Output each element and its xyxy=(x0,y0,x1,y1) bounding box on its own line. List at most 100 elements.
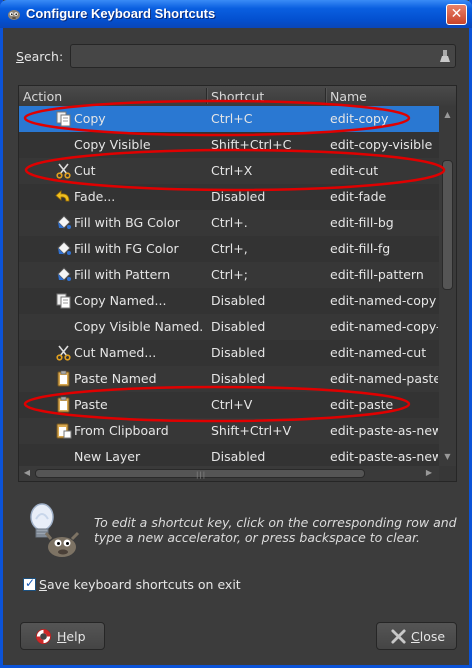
table-row[interactable]: Copy Named... Disabled edit-named-copy xyxy=(19,288,439,314)
bucket-fill-icon xyxy=(55,214,72,231)
paste-icon xyxy=(55,370,72,387)
title-bar[interactable]: Configure Keyboard Shortcuts ✕ xyxy=(0,0,472,28)
shortcut-cell[interactable]: Ctrl+. xyxy=(211,215,323,230)
table-row[interactable]: Fill with FG Color Ctrl+, edit-fill-fg xyxy=(19,236,439,262)
table-body: Copy Ctrl+C edit-copy Copy Visible Shift+Ctr… xyxy=(19,106,439,466)
clipboard-icon xyxy=(55,422,72,439)
shortcuts-table: Action Shortcut Name Copy Ctrl+C edit-copy… xyxy=(18,85,457,482)
help-button[interactable]: Help xyxy=(20,622,105,650)
lifebuoy-icon xyxy=(35,628,52,645)
column-header-shortcut[interactable]: Shortcut xyxy=(211,89,264,104)
shortcut-cell[interactable]: Disabled xyxy=(211,293,323,308)
close-button-label: Close xyxy=(411,629,446,644)
copy-icon xyxy=(55,110,72,127)
paste-icon xyxy=(55,396,72,413)
undo-arrow-icon xyxy=(55,188,72,205)
action-cell: Copy Named... xyxy=(74,293,167,308)
shortcut-cell[interactable]: Ctrl+V xyxy=(211,397,323,412)
column-divider[interactable] xyxy=(206,88,208,104)
search-input[interactable] xyxy=(70,44,456,68)
bucket-fill-icon xyxy=(55,266,72,283)
name-cell: edit-paste-as-new xyxy=(330,449,438,464)
action-cell: From Clipboard xyxy=(74,423,169,438)
scroll-left-arrow[interactable]: ◀ xyxy=(22,468,32,478)
name-cell: edit-cut xyxy=(330,163,379,178)
action-cell: Copy Visible Named... xyxy=(74,319,204,334)
checkmark-icon: ✓ xyxy=(25,576,36,590)
table-row[interactable]: Cut Named... Disabled edit-named-cut xyxy=(19,340,439,366)
table-row[interactable]: Paste Ctrl+V edit-paste xyxy=(19,392,439,418)
window-close-button[interactable]: ✕ xyxy=(446,4,467,25)
name-cell: edit-copy xyxy=(330,111,389,126)
name-cell: edit-named-copy xyxy=(330,293,437,308)
action-cell: Fill with FG Color xyxy=(74,241,179,256)
vertical-scroll-thumb[interactable] xyxy=(442,160,453,290)
name-cell: edit-named-copy-v xyxy=(330,319,438,334)
action-cell: Copy xyxy=(74,111,106,126)
name-cell: edit-fill-pattern xyxy=(330,267,424,282)
save-shortcuts-checkbox[interactable]: ✓ xyxy=(23,576,36,591)
gimp-app-icon xyxy=(8,10,20,20)
action-cell: Fill with BG Color xyxy=(74,215,180,230)
column-header-action[interactable]: Action xyxy=(23,89,62,104)
save-shortcuts-label[interactable]: Save keyboard shortcuts on exit xyxy=(39,577,241,592)
dialog-content: Search: Action Shortcut Name Copy Ctrl+C e… xyxy=(3,28,469,665)
shortcut-cell[interactable]: Ctrl+; xyxy=(211,267,323,282)
shortcut-cell[interactable]: Ctrl+C xyxy=(211,111,323,126)
table-row[interactable]: Fill with Pattern Ctrl+; edit-fill-pattern xyxy=(19,262,439,288)
action-cell: Paste xyxy=(74,397,108,412)
dialog-window: Configure Keyboard Shortcuts ✕ Search: A… xyxy=(0,0,472,668)
table-row[interactable]: Cut Ctrl+X edit-cut xyxy=(19,158,439,184)
vertical-scrollbar[interactable]: ▲ ▼ xyxy=(439,106,456,466)
shortcut-cell[interactable]: Disabled xyxy=(211,449,323,464)
action-cell: Fill with Pattern xyxy=(74,267,171,282)
scroll-down-arrow[interactable]: ▼ xyxy=(442,452,453,462)
scroll-right-arrow[interactable]: ▶ xyxy=(424,468,434,478)
clear-icon[interactable] xyxy=(438,48,452,64)
window-title: Configure Keyboard Shortcuts xyxy=(26,6,216,21)
table-row[interactable]: Copy Ctrl+C edit-copy xyxy=(19,106,439,132)
shortcut-cell[interactable]: Disabled xyxy=(211,345,323,360)
name-cell: edit-copy-visible xyxy=(330,137,433,152)
shortcut-cell[interactable]: Ctrl+, xyxy=(211,241,323,256)
shortcut-cell[interactable]: Shift+Ctrl+V xyxy=(211,423,323,438)
table-row[interactable]: Fill with BG Color Ctrl+. edit-fill-bg xyxy=(19,210,439,236)
table-row[interactable]: Fade... Disabled edit-fade xyxy=(19,184,439,210)
table-header: Action Shortcut Name xyxy=(19,86,456,107)
action-cell: Cut xyxy=(74,163,96,178)
table-row[interactable]: From Clipboard Shift+Ctrl+V edit-paste-as-… xyxy=(19,418,439,444)
shortcut-cell[interactable]: Disabled xyxy=(211,319,323,334)
shortcut-cell[interactable]: Disabled xyxy=(211,371,323,386)
action-cell: Fade... xyxy=(74,189,116,204)
column-divider[interactable] xyxy=(325,88,327,104)
action-cell: Cut Named... xyxy=(74,345,157,360)
action-cell: Paste Named xyxy=(74,371,157,386)
scissors-icon xyxy=(55,344,72,361)
lightbulb-wilber-icon xyxy=(30,503,80,557)
name-cell: edit-fill-bg xyxy=(330,215,394,230)
close-x-icon xyxy=(391,629,406,644)
table-row[interactable]: New Layer Disabled edit-paste-as-new xyxy=(19,444,439,466)
name-cell: edit-named-paste xyxy=(330,371,438,386)
name-cell: edit-paste xyxy=(330,397,394,412)
hint-text: To edit a shortcut key, click on the cor… xyxy=(94,515,457,545)
help-button-label: Help xyxy=(57,629,86,644)
table-row[interactable]: Paste Named Disabled edit-named-paste xyxy=(19,366,439,392)
shortcut-cell[interactable]: Shift+Ctrl+C xyxy=(211,137,323,152)
horizontal-scrollbar[interactable]: ◀ ||| ▶ xyxy=(19,466,439,481)
close-button[interactable]: Close xyxy=(376,622,457,650)
shortcut-cell[interactable]: Disabled xyxy=(211,189,323,204)
column-header-name[interactable]: Name xyxy=(330,89,367,104)
search-label: Search: xyxy=(16,49,64,64)
name-cell: edit-fade xyxy=(330,189,387,204)
shortcut-cell[interactable]: Ctrl+X xyxy=(211,163,323,178)
bucket-fill-icon xyxy=(55,240,72,257)
scroll-up-arrow[interactable]: ▲ xyxy=(442,110,453,120)
horizontal-scroll-thumb[interactable]: ||| xyxy=(35,469,365,479)
name-cell: edit-fill-fg xyxy=(330,241,391,256)
table-row[interactable]: Copy Visible Named... Disabled edit-named-… xyxy=(19,314,439,340)
name-cell: edit-named-cut xyxy=(330,345,427,360)
name-cell: edit-paste-as-new xyxy=(330,423,438,438)
table-row[interactable]: Copy Visible Shift+Ctrl+C edit-copy-visibl… xyxy=(19,132,439,158)
scissors-icon xyxy=(55,162,72,179)
